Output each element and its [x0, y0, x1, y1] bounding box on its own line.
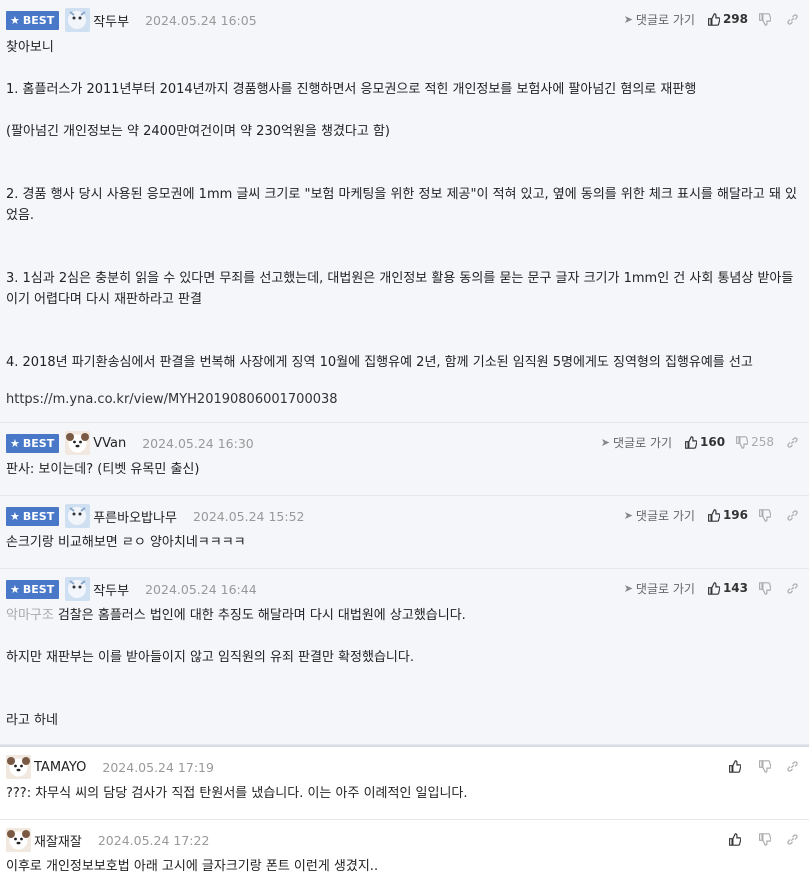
post-date: 2024.05.24 15:52	[192, 508, 305, 524]
post-date: 2024.05.24 17:19	[102, 759, 214, 775]
upvote-button[interactable]: 196	[707, 508, 748, 522]
link-icon[interactable]	[786, 13, 799, 26]
avatar[interactable]	[65, 431, 91, 455]
downvote-button[interactable]	[758, 581, 774, 595]
upvote-button[interactable]: 298	[707, 12, 748, 26]
comment-body: 찾아보니 1. 홈플러스가 2011년부터 2014년까지 경품행사를 진행하면…	[6, 37, 803, 410]
best-badge: ★ BEST	[6, 433, 60, 453]
downvote-button[interactable]	[758, 12, 774, 26]
upvote-button[interactable]	[728, 759, 744, 773]
upvote-button[interactable]: 160	[684, 435, 725, 449]
thumbs-up-icon	[707, 12, 720, 26]
thumbs-up-icon	[729, 759, 741, 773]
paper-plane-icon: ➤	[600, 435, 611, 449]
reply-button[interactable]: ➤ 댓글로 가기	[624, 11, 695, 28]
mention-tag[interactable]: 악마구조	[6, 608, 54, 623]
author-name[interactable]: 작두부	[93, 11, 129, 30]
thumbs-down-icon	[759, 508, 771, 522]
thumbs-down-icon	[736, 435, 749, 449]
best-badge: ★ BEST	[6, 10, 60, 30]
thumbs-down-icon	[759, 759, 771, 773]
star-icon: ★	[10, 13, 20, 27]
comment-body: 손크기랑 비교해보면 ㄹㅇ 양아치네ㅋㅋㅋㅋ	[6, 535, 246, 550]
downvote-button[interactable]	[758, 832, 774, 846]
post-date: 2024.05.24 17:22	[97, 832, 210, 848]
paper-plane-icon: ➤	[623, 12, 633, 26]
downvote-button[interactable]: 258	[735, 435, 774, 449]
author-name[interactable]: 재잘재잘	[34, 831, 82, 850]
comment-item: ★ BEST 작두부 2024.05.24 16:44 ➤ 댓글로 가기 143 악…	[0, 569, 809, 745]
comment-actions: ➤ 댓글로 가기 298	[624, 8, 799, 30]
thumbs-up-icon	[707, 581, 720, 595]
link-icon[interactable]	[786, 436, 799, 449]
comment-body: 악마구조 검찰은 홈플러스 법인에 대한 추징도 해달라며 다시 대법원에 상고했…	[6, 608, 466, 728]
best-badge: ★ BEST	[6, 506, 60, 526]
downvote-button[interactable]	[758, 508, 774, 522]
post-date: 2024.05.24 16:44	[145, 581, 257, 597]
avatar[interactable]	[6, 828, 31, 852]
comment-item: ★ BEST 푸른바오밥나무 2024.05.24 15:52 ➤ 댓글로 가기 1…	[0, 496, 809, 569]
comment-actions	[728, 828, 799, 850]
comment-actions: ➤ 댓글로 가기 196	[624, 504, 799, 526]
reply-button[interactable]: ➤ 댓글로 가기	[601, 434, 672, 451]
comment-item: ★ BEST 작두부 2024.05.24 16:05 ➤ 댓글로 가기 298 찾…	[0, 0, 809, 423]
comment-body: ???: 차무식 씨의 담당 검사가 직접 탄원서를 냈습니다. 이는 아주 이…	[6, 786, 468, 801]
link-icon[interactable]	[786, 582, 799, 595]
link-icon[interactable]	[786, 833, 799, 846]
post-date: 2024.05.24 16:05	[145, 12, 257, 28]
paper-plane-icon: ➤	[623, 508, 633, 522]
thumbs-up-icon	[707, 508, 720, 522]
source-link[interactable]: https://m.yna.co.kr/view/MYH201908060017…	[6, 389, 803, 410]
link-icon[interactable]	[786, 509, 799, 522]
link-icon[interactable]	[786, 760, 799, 773]
upvote-button[interactable]	[728, 832, 744, 846]
author-name[interactable]: TAMAYO	[34, 760, 86, 775]
reply-button[interactable]: ➤ 댓글로 가기	[624, 580, 695, 597]
author-name[interactable]: 푸른바오밥나무	[93, 507, 177, 526]
thumbs-up-icon	[685, 435, 698, 449]
reply-button[interactable]: ➤ 댓글로 가기	[624, 507, 695, 524]
author-name[interactable]: 작두부	[93, 580, 129, 599]
downvote-button[interactable]	[758, 759, 774, 773]
comment-body: 이후로 개인정보보호법 아래 고시에 글자크기랑 폰트 이런게 생겼지..	[6, 859, 379, 874]
best-badge: ★ BEST	[6, 579, 60, 599]
comment-item: ★ BEST VVan 2024.05.24 16:30 ➤ 댓글로 가기 160 …	[0, 423, 809, 496]
paper-plane-icon: ➤	[623, 581, 633, 595]
star-icon: ★	[10, 582, 20, 596]
thumbs-down-icon	[759, 832, 771, 846]
upvote-button[interactable]: 143	[707, 581, 748, 595]
thumbs-down-icon	[759, 581, 771, 595]
author-name[interactable]: VVan	[93, 436, 126, 451]
thumbs-down-icon	[759, 12, 771, 26]
post-date: 2024.05.24 16:30	[142, 435, 254, 451]
comment-actions: ➤ 댓글로 가기 160 258	[601, 431, 799, 453]
comment-item: 재잘재잘 2024.05.24 17:22 이후로 개인정보보호법 아래 고시에…	[0, 820, 809, 892]
avatar[interactable]	[6, 755, 31, 779]
avatar[interactable]	[65, 8, 91, 32]
star-icon: ★	[10, 436, 20, 450]
comment-actions	[728, 755, 799, 777]
comment-body: 판사: 보이는데? (티벳 유목민 출신)	[6, 462, 200, 477]
thumbs-up-icon	[729, 832, 741, 846]
avatar[interactable]	[65, 504, 91, 528]
star-icon: ★	[10, 509, 20, 523]
comment-item: TAMAYO 2024.05.24 17:19 ???: 차무식 씨의 담당 검…	[0, 747, 809, 820]
avatar[interactable]	[65, 577, 91, 601]
comment-actions: ➤ 댓글로 가기 143	[624, 577, 799, 599]
